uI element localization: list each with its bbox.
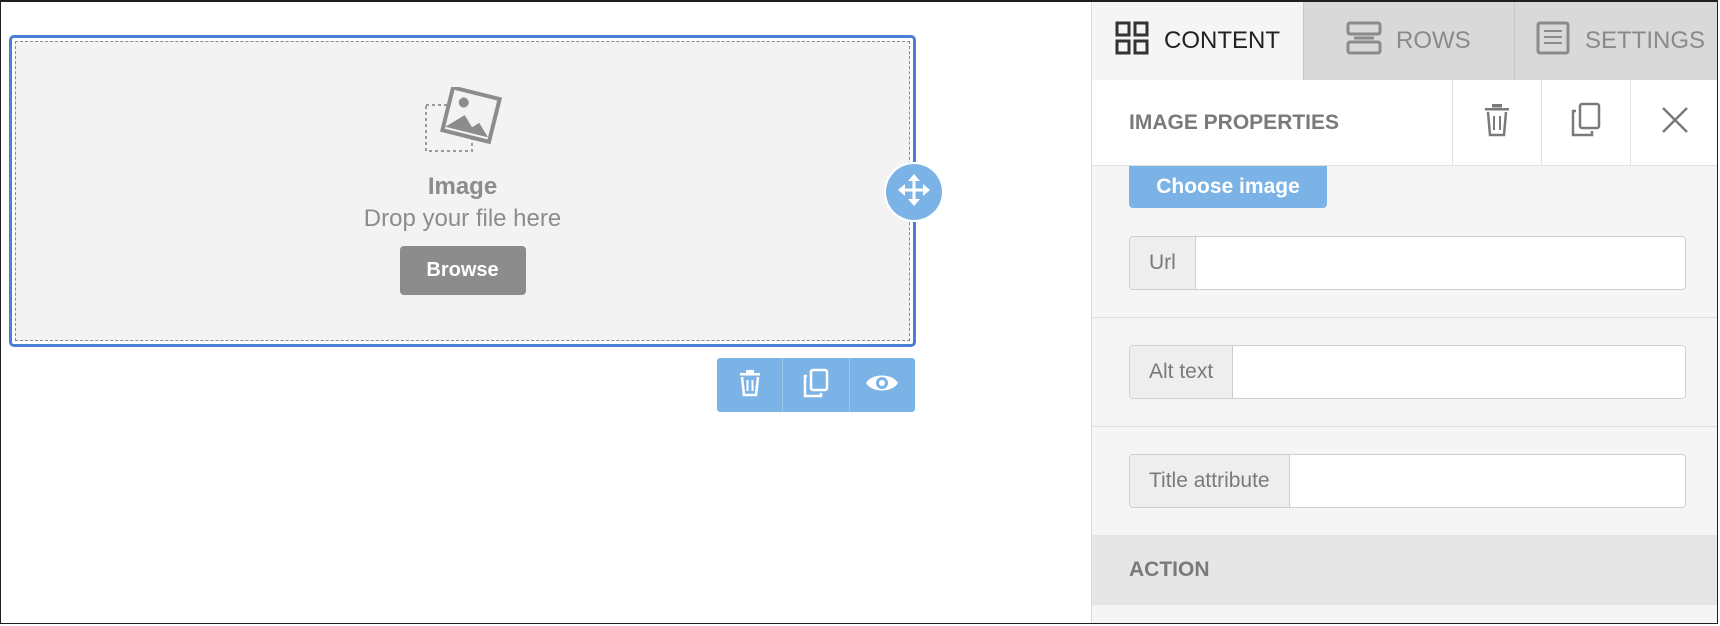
duplicate-icon	[1570, 102, 1602, 143]
tab-label: CONTENT	[1164, 27, 1280, 54]
trash-icon	[1482, 103, 1512, 142]
browse-button[interactable]: Browse	[399, 246, 526, 295]
move-handle[interactable]	[886, 164, 942, 220]
delete-block-button[interactable]	[717, 358, 784, 412]
choose-image-button[interactable]: Choose image	[1129, 166, 1327, 208]
app-window: Image Drop your file here Browse CONTENT…	[0, 0, 1718, 624]
document-icon	[1535, 20, 1571, 63]
url-label: Url	[1130, 237, 1196, 289]
duplicate-element-button[interactable]	[1541, 79, 1630, 166]
alt-text-label: Alt text	[1130, 346, 1234, 398]
eye-icon	[864, 371, 900, 400]
properties-header: IMAGE PROPERTIES	[1092, 79, 1717, 166]
image-placeholder-icon	[422, 85, 504, 159]
image-block-subtitle: Drop your file here	[363, 205, 562, 232]
panel-tabs: CONTENT ROWS SETTINGS	[1092, 2, 1717, 80]
image-block-title: Image	[427, 173, 498, 200]
tab-label: ROWS	[1396, 27, 1471, 54]
image-drop-zone[interactable]: Image Drop your file here Browse	[15, 41, 910, 341]
action-section-header[interactable]: ACTION	[1092, 535, 1717, 605]
tab-rows[interactable]: ROWS	[1304, 2, 1515, 80]
url-input[interactable]	[1195, 237, 1685, 289]
close-panel-button[interactable]	[1630, 79, 1717, 166]
duplicate-icon	[802, 368, 830, 403]
grid-icon	[1114, 20, 1150, 63]
toggle-visibility-button[interactable]	[850, 358, 915, 412]
properties-title: IMAGE PROPERTIES	[1129, 110, 1340, 134]
title-attribute-input[interactable]	[1289, 455, 1685, 507]
editor-canvas: Image Drop your file here Browse	[1, 2, 1091, 623]
delete-element-button[interactable]	[1452, 79, 1541, 166]
tab-settings[interactable]: SETTINGS	[1515, 2, 1717, 80]
close-icon	[1660, 105, 1690, 140]
tab-content[interactable]: CONTENT	[1092, 2, 1304, 80]
tab-label: SETTINGS	[1585, 27, 1706, 54]
alt-text-input[interactable]	[1233, 346, 1685, 398]
block-toolbar	[717, 358, 915, 412]
url-field: Url	[1129, 236, 1686, 290]
choose-image-area: Choose image	[1092, 166, 1717, 208]
alt-text-section: Alt text	[1092, 318, 1717, 427]
image-block[interactable]: Image Drop your file here Browse	[9, 35, 916, 347]
url-section: Url	[1092, 208, 1717, 318]
title-attribute-label: Title attribute	[1130, 455, 1290, 507]
title-attribute-field: Title attribute	[1129, 454, 1686, 508]
title-attribute-section: Title attribute	[1092, 427, 1717, 535]
properties-panel: CONTENT ROWS SETTINGS IMAGE PROPERTIES C…	[1091, 2, 1717, 623]
move-arrows-icon	[897, 173, 931, 212]
rows-icon	[1346, 20, 1382, 63]
trash-icon	[737, 369, 763, 402]
alt-text-field: Alt text	[1129, 345, 1686, 399]
duplicate-block-button[interactable]	[783, 358, 850, 412]
